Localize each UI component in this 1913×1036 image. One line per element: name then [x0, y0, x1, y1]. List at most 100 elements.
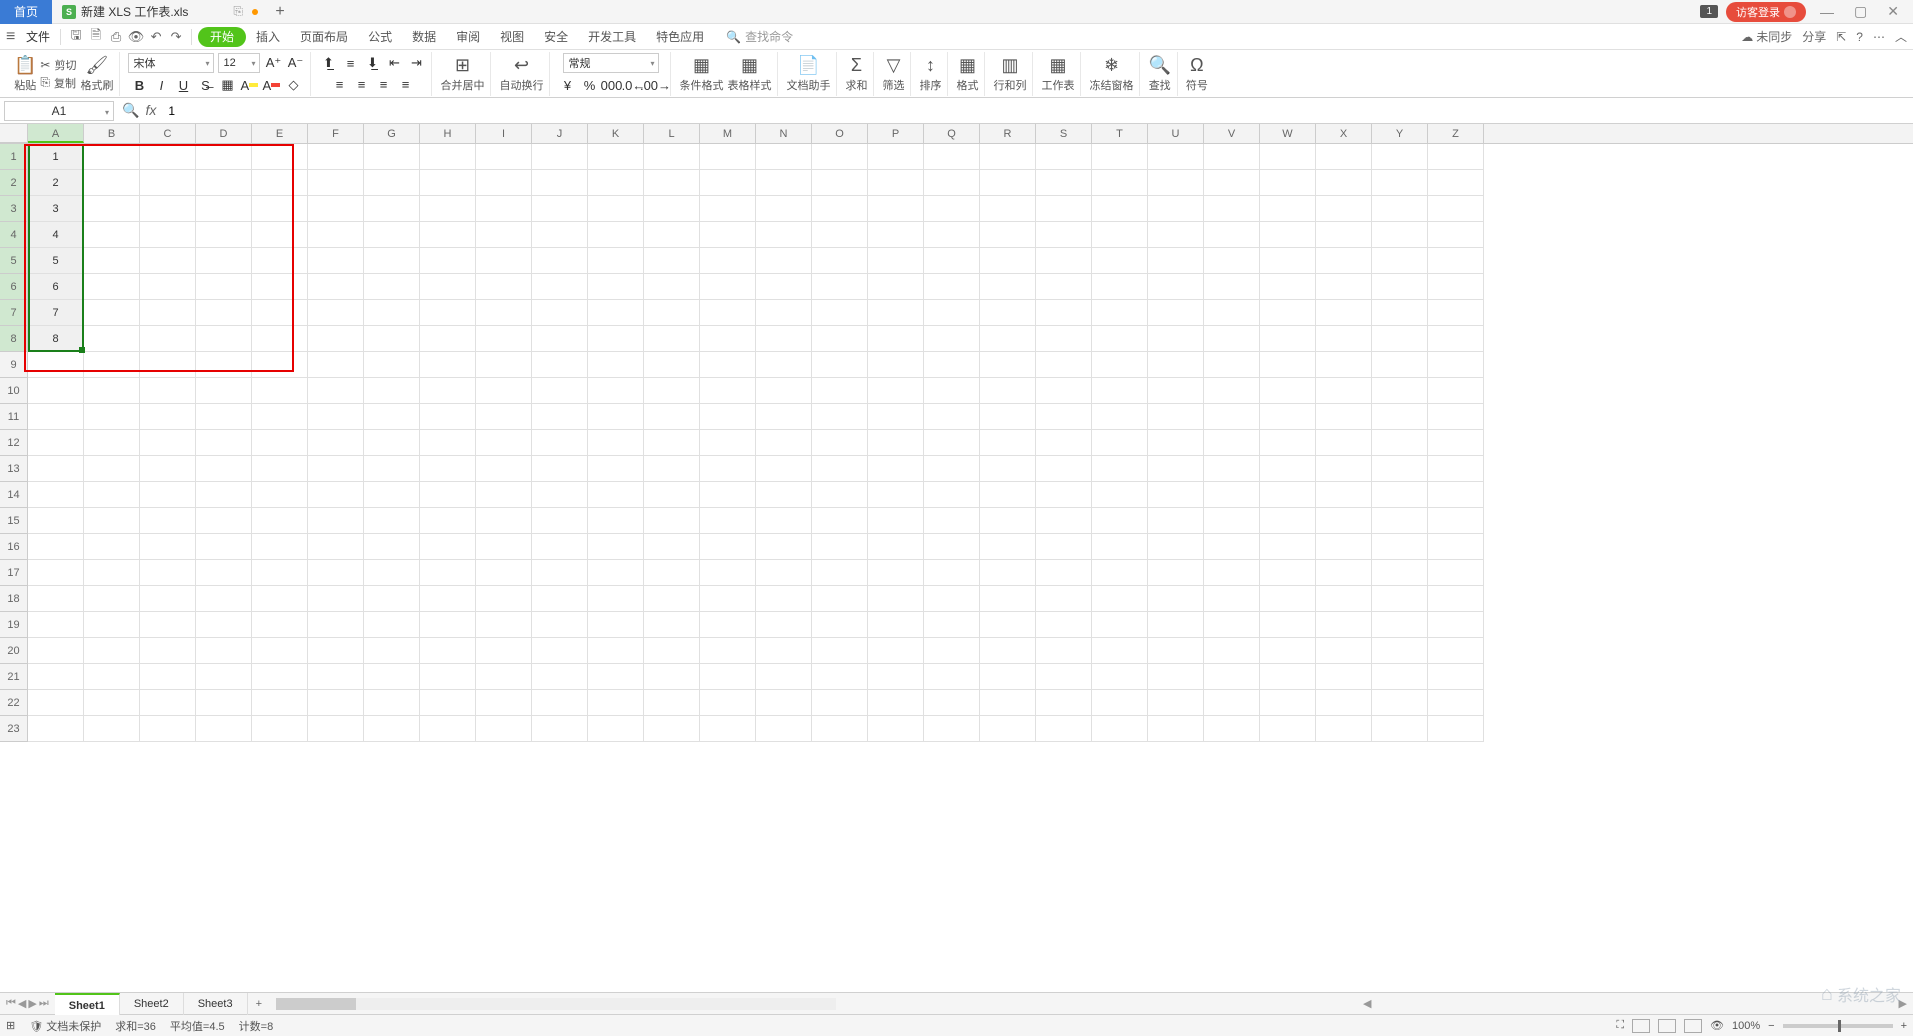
cell-I3[interactable]: [476, 196, 532, 222]
cell-O8[interactable]: [812, 326, 868, 352]
cell-J1[interactable]: [532, 144, 588, 170]
cell-I5[interactable]: [476, 248, 532, 274]
menu-tab-数据[interactable]: 数据: [402, 30, 446, 44]
cell-C8[interactable]: [140, 326, 196, 352]
cell-F21[interactable]: [308, 664, 364, 690]
cell-H19[interactable]: [420, 612, 476, 638]
cut-button[interactable]: ✂剪切: [40, 57, 76, 73]
cell-S2[interactable]: [1036, 170, 1092, 196]
cell-X4[interactable]: [1316, 222, 1372, 248]
cell-Q13[interactable]: [924, 456, 980, 482]
cell-G4[interactable]: [364, 222, 420, 248]
col-header-H[interactable]: H: [420, 124, 476, 143]
cell-L4[interactable]: [644, 222, 700, 248]
cell-C3[interactable]: [140, 196, 196, 222]
percent-button[interactable]: %: [580, 76, 598, 94]
cell-J13[interactable]: [532, 456, 588, 482]
cell-C13[interactable]: [140, 456, 196, 482]
cell-L7[interactable]: [644, 300, 700, 326]
cell-L16[interactable]: [644, 534, 700, 560]
cell-X9[interactable]: [1316, 352, 1372, 378]
cell-E20[interactable]: [252, 638, 308, 664]
cell-W10[interactable]: [1260, 378, 1316, 404]
cell-B2[interactable]: [84, 170, 140, 196]
cell-Z2[interactable]: [1428, 170, 1484, 196]
cell-Z1[interactable]: [1428, 144, 1484, 170]
cell-R23[interactable]: [980, 716, 1036, 742]
cell-E6[interactable]: [252, 274, 308, 300]
cell-S20[interactable]: [1036, 638, 1092, 664]
cell-R9[interactable]: [980, 352, 1036, 378]
cell-U12[interactable]: [1148, 430, 1204, 456]
col-header-P[interactable]: P: [868, 124, 924, 143]
cell-S6[interactable]: [1036, 274, 1092, 300]
cell-B5[interactable]: [84, 248, 140, 274]
cell-C11[interactable]: [140, 404, 196, 430]
cell-Z23[interactable]: [1428, 716, 1484, 742]
cell-J4[interactable]: [532, 222, 588, 248]
cell-X13[interactable]: [1316, 456, 1372, 482]
comma-button[interactable]: 000: [602, 76, 620, 94]
cell-L14[interactable]: [644, 482, 700, 508]
cell-X7[interactable]: [1316, 300, 1372, 326]
menu-tab-页面布局[interactable]: 页面布局: [290, 30, 358, 44]
col-header-X[interactable]: X: [1316, 124, 1372, 143]
cell-K17[interactable]: [588, 560, 644, 586]
cell-D1[interactable]: [196, 144, 252, 170]
cell-Y9[interactable]: [1372, 352, 1428, 378]
reading-mode-icon[interactable]: 👁: [1710, 1019, 1724, 1032]
cell-O18[interactable]: [812, 586, 868, 612]
cell-Q8[interactable]: [924, 326, 980, 352]
cell-A21[interactable]: [28, 664, 84, 690]
cell-A1[interactable]: 1: [28, 144, 84, 170]
cell-D5[interactable]: [196, 248, 252, 274]
cell-W14[interactable]: [1260, 482, 1316, 508]
cell-O3[interactable]: [812, 196, 868, 222]
cell-K15[interactable]: [588, 508, 644, 534]
cell-P19[interactable]: [868, 612, 924, 638]
cell-G23[interactable]: [364, 716, 420, 742]
row-header-4[interactable]: 4: [0, 222, 28, 248]
col-header-R[interactable]: R: [980, 124, 1036, 143]
cell-T11[interactable]: [1092, 404, 1148, 430]
cell-B10[interactable]: [84, 378, 140, 404]
print-icon[interactable]: ⎙: [107, 28, 125, 46]
cell-Q20[interactable]: [924, 638, 980, 664]
cell-F12[interactable]: [308, 430, 364, 456]
cell-W22[interactable]: [1260, 690, 1316, 716]
cell-C1[interactable]: [140, 144, 196, 170]
cell-U11[interactable]: [1148, 404, 1204, 430]
cell-C4[interactable]: [140, 222, 196, 248]
cell-G3[interactable]: [364, 196, 420, 222]
cell-M22[interactable]: [700, 690, 756, 716]
cell-V19[interactable]: [1204, 612, 1260, 638]
cell-X23[interactable]: [1316, 716, 1372, 742]
cell-C6[interactable]: [140, 274, 196, 300]
cell-S22[interactable]: [1036, 690, 1092, 716]
symbol-button[interactable]: Ω符号: [1186, 55, 1208, 93]
cell-L15[interactable]: [644, 508, 700, 534]
cell-C16[interactable]: [140, 534, 196, 560]
cell-T8[interactable]: [1092, 326, 1148, 352]
cell-S17[interactable]: [1036, 560, 1092, 586]
cell-W16[interactable]: [1260, 534, 1316, 560]
cell-N6[interactable]: [756, 274, 812, 300]
cell-N23[interactable]: [756, 716, 812, 742]
cell-U23[interactable]: [1148, 716, 1204, 742]
cell-B22[interactable]: [84, 690, 140, 716]
wrap-button[interactable]: ↩自动换行: [499, 55, 543, 93]
cell-U10[interactable]: [1148, 378, 1204, 404]
cell-N13[interactable]: [756, 456, 812, 482]
cell-Q1[interactable]: [924, 144, 980, 170]
sheet-last-icon[interactable]: ⏭: [39, 997, 49, 1010]
cell-F18[interactable]: [308, 586, 364, 612]
cell-Z3[interactable]: [1428, 196, 1484, 222]
cell-Y15[interactable]: [1372, 508, 1428, 534]
cell-D23[interactable]: [196, 716, 252, 742]
cell-C23[interactable]: [140, 716, 196, 742]
align-right-button[interactable]: ≡: [374, 75, 392, 93]
cell-L6[interactable]: [644, 274, 700, 300]
cell-W15[interactable]: [1260, 508, 1316, 534]
menu-tab-审阅[interactable]: 审阅: [446, 30, 490, 44]
cell-E4[interactable]: [252, 222, 308, 248]
